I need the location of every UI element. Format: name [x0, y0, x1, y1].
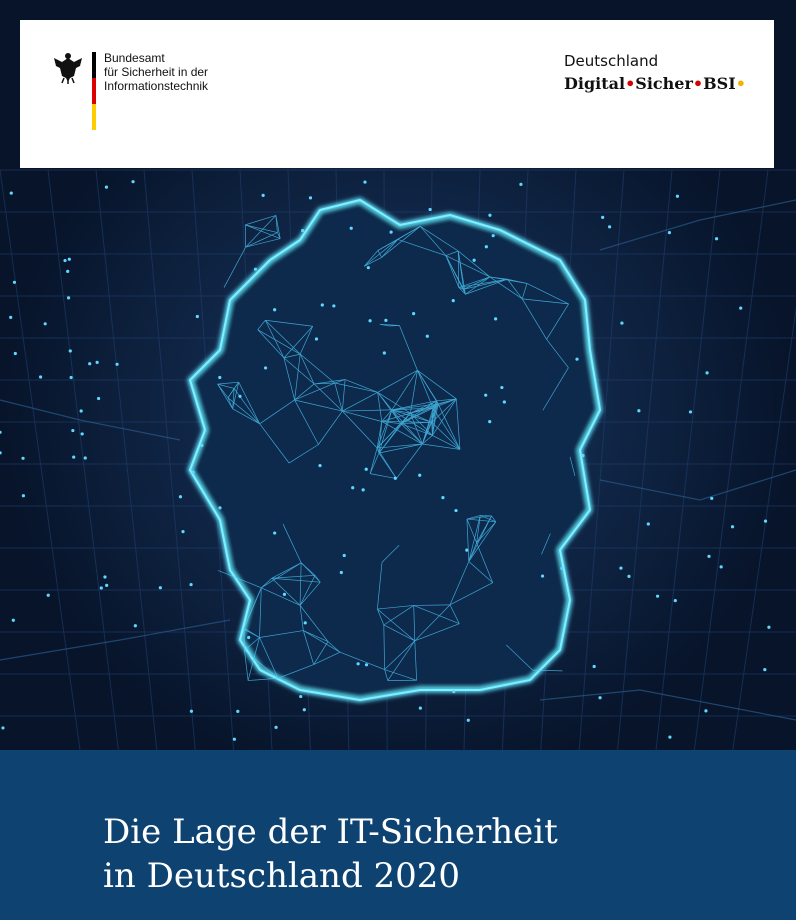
- flag-stripe-black: [92, 52, 96, 78]
- title-line-1: Die Lage der IT-Sicherheit: [103, 812, 558, 852]
- title-band: Die Lage der IT-Sicherheit in Deutschlan…: [0, 750, 796, 920]
- report-title: Die Lage der IT-Sicherheit in Deutschlan…: [103, 810, 558, 898]
- agency-line-2: für Sicherheit in der: [104, 65, 209, 79]
- federal-eagle-icon: [54, 53, 82, 84]
- brand-dot-yellow: •: [735, 74, 746, 93]
- flag-stripe-red: [92, 78, 96, 104]
- header-logo-box: Bundesamt für Sicherheit in der Informat…: [20, 20, 774, 168]
- flag-bar: [92, 52, 96, 130]
- brand-word-bsi: BSI: [703, 74, 736, 93]
- brand-dot: •: [692, 74, 704, 93]
- flag-stripe-gold: [92, 104, 96, 130]
- brand-slogan: Digital•Sicher•BSI•: [564, 74, 746, 93]
- brand-dot: •: [625, 74, 636, 93]
- brand-word-digital: Digital: [564, 74, 626, 93]
- agency-line-1: Bundesamt: [104, 51, 165, 65]
- title-line-2: in Deutschland 2020: [103, 856, 461, 896]
- report-cover: Bundesamt für Sicherheit in der Informat…: [0, 0, 796, 920]
- brand-top-line: Deutschland: [564, 52, 659, 70]
- brand-word-sicher: Sicher: [635, 74, 693, 93]
- agency-name: Bundesamt für Sicherheit in der Informat…: [104, 51, 208, 93]
- agency-line-3: Informationstechnik: [104, 79, 209, 93]
